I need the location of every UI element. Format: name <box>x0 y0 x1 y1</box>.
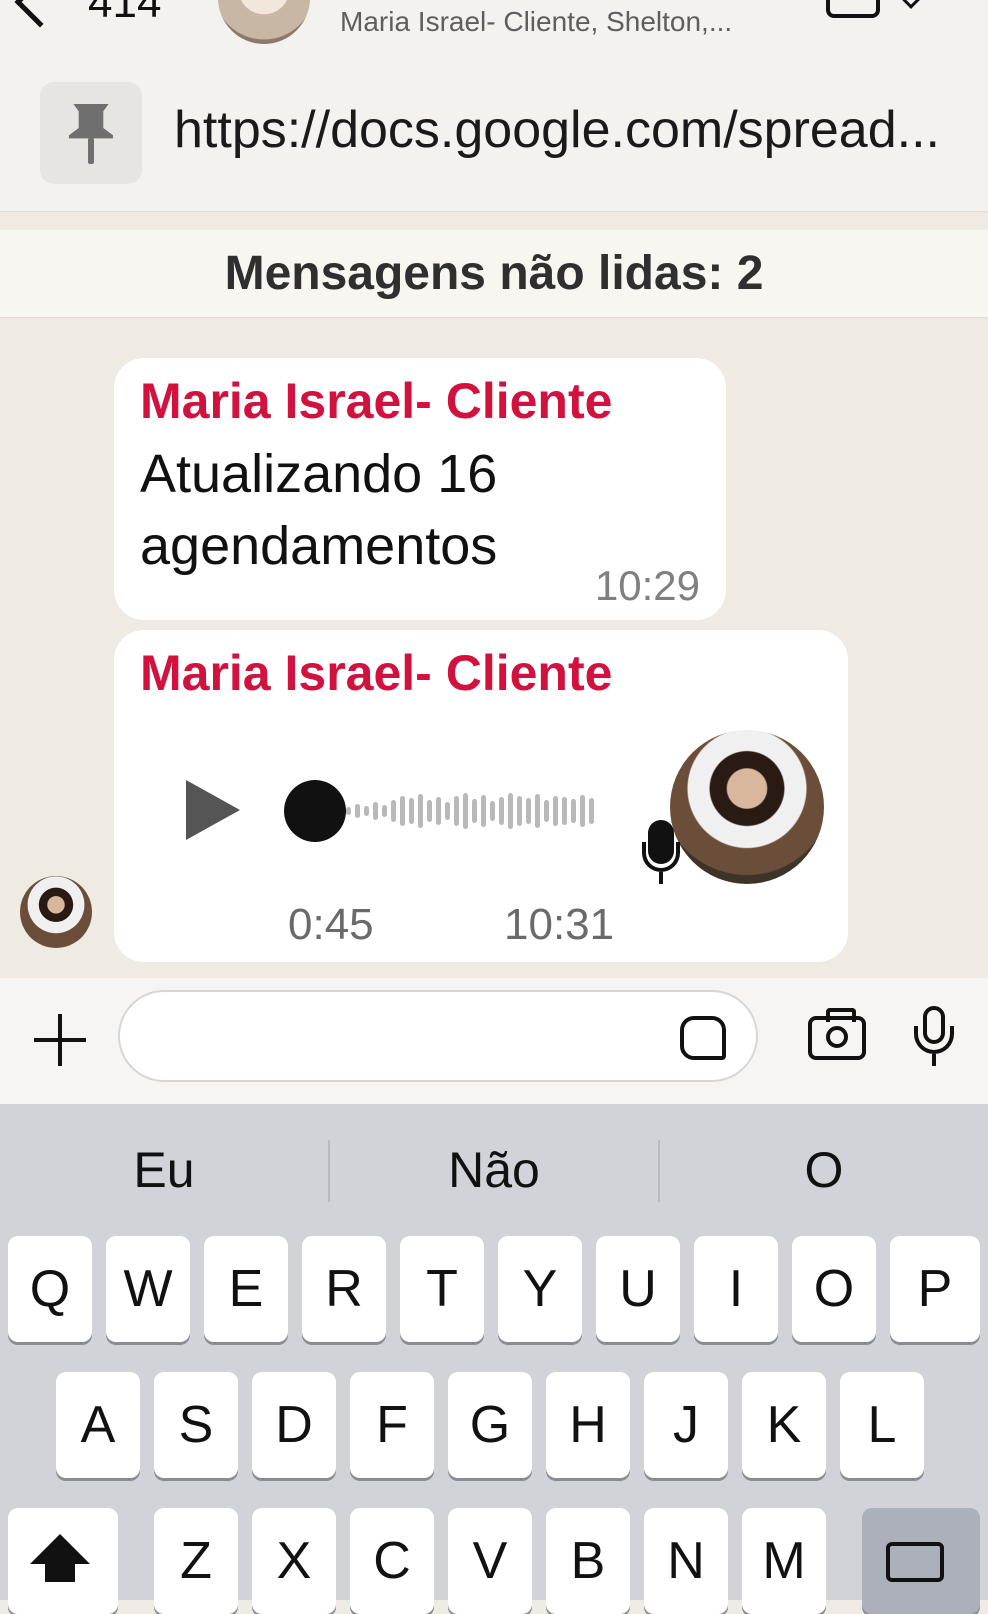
key-j[interactable]: J <box>644 1372 728 1478</box>
key-k[interactable]: K <box>742 1372 826 1478</box>
waveform-bar <box>364 806 369 816</box>
waveform-bar <box>535 794 540 828</box>
key-u[interactable]: U <box>596 1236 680 1342</box>
key-p[interactable]: P <box>890 1236 980 1342</box>
sender-avatar[interactable] <box>20 876 92 948</box>
waveform-bar <box>373 802 378 820</box>
key-v[interactable]: V <box>448 1508 532 1614</box>
sticker-icon[interactable] <box>680 1016 726 1060</box>
backspace-key[interactable] <box>862 1508 980 1614</box>
key-c[interactable]: C <box>350 1508 434 1614</box>
waveform-bar <box>409 798 414 824</box>
key-n[interactable]: N <box>644 1508 728 1614</box>
message-text: Atualizando 16 agendamentos <box>140 444 498 576</box>
message-input[interactable] <box>118 990 758 1082</box>
waveform-bar <box>526 798 531 824</box>
video-call-icon[interactable] <box>826 0 880 18</box>
message-sender[interactable]: Maria Israel- Cliente <box>140 644 612 702</box>
waveform-bar <box>499 797 504 825</box>
key-f[interactable]: F <box>350 1372 434 1478</box>
key-t[interactable]: T <box>400 1236 484 1342</box>
attach-plus-icon[interactable] <box>34 1014 86 1066</box>
waveform-bar <box>481 795 486 827</box>
message-sender[interactable]: Maria Israel- Cliente <box>140 372 612 430</box>
waveform-bar <box>562 797 567 825</box>
microphone-icon[interactable] <box>912 1006 956 1066</box>
predictive-suggestions: Eu Não O <box>0 1104 988 1236</box>
waveform-bar <box>463 793 468 829</box>
key-w[interactable]: W <box>106 1236 190 1342</box>
backspace-icon <box>886 1542 944 1582</box>
unread-messages-banner: Mensagens não lidas: 2 <box>0 230 988 318</box>
message-bubble-text[interactable]: Maria Israel- Cliente Atualizando 16 age… <box>114 358 726 620</box>
waveform-bar <box>418 794 423 828</box>
key-m[interactable]: M <box>742 1508 826 1614</box>
back-unread-count[interactable]: 414 <box>88 0 161 28</box>
voice-sender-avatar <box>670 730 824 884</box>
key-h[interactable]: H <box>546 1372 630 1478</box>
waveform-bar <box>580 795 585 827</box>
message-time: 10:29 <box>594 562 700 609</box>
waveform-bar <box>490 801 495 821</box>
waveform-bar <box>436 797 441 825</box>
key-q[interactable]: Q <box>8 1236 92 1342</box>
key-x[interactable]: X <box>252 1508 336 1614</box>
key-g[interactable]: G <box>448 1372 532 1478</box>
waveform-bar <box>517 796 522 826</box>
waveform-bar <box>400 796 405 826</box>
composer-bar <box>0 978 988 1104</box>
key-l[interactable]: L <box>840 1372 924 1478</box>
waveform-bar <box>508 793 513 829</box>
suggestion-2[interactable]: Não <box>330 1104 658 1236</box>
waveform-bar <box>355 804 360 818</box>
waveform-bar <box>571 799 576 823</box>
waveform-bar <box>427 800 432 822</box>
waveform-bar <box>391 800 396 822</box>
key-b[interactable]: B <box>546 1508 630 1614</box>
key-r[interactable]: R <box>302 1236 386 1342</box>
suggestion-3[interactable]: O <box>660 1104 988 1236</box>
pinned-message-bar[interactable]: https://docs.google.com/spread... <box>0 52 988 212</box>
key-e[interactable]: E <box>204 1236 288 1342</box>
waveform-bar <box>553 796 558 826</box>
chat-header: 414 Maria Israel- Cliente, Shelton,... <box>0 0 988 52</box>
chat-area[interactable]: Mensagens não lidas: 2 Maria Israel- Cli… <box>0 212 988 978</box>
voice-scrubber-handle[interactable] <box>284 780 346 842</box>
key-s[interactable]: S <box>154 1372 238 1478</box>
suggestion-1[interactable]: Eu <box>0 1104 328 1236</box>
waveform-bar <box>382 805 387 817</box>
keyboard: Eu Não O Q W E R T Y U I O P A S D F G H… <box>0 1104 988 1614</box>
pinned-message-text[interactable]: https://docs.google.com/spread... <box>174 100 940 160</box>
key-d[interactable]: D <box>252 1372 336 1478</box>
key-o[interactable]: O <box>792 1236 876 1342</box>
waveform-bar <box>454 796 459 826</box>
message-time: 10:31 <box>504 900 615 949</box>
call-options-chevron-icon[interactable] <box>901 0 921 9</box>
waveform-bar <box>346 807 351 815</box>
key-i[interactable]: I <box>694 1236 778 1342</box>
shift-icon <box>30 1534 90 1564</box>
camera-icon[interactable] <box>808 1008 866 1060</box>
pin-icon <box>40 82 142 184</box>
key-y[interactable]: Y <box>498 1236 582 1342</box>
voice-duration: 0:45 <box>288 900 374 949</box>
key-a[interactable]: A <box>56 1372 140 1478</box>
group-members-subtitle[interactable]: Maria Israel- Cliente, Shelton,... <box>340 6 732 38</box>
waveform-bar <box>445 802 450 820</box>
waveform-bar <box>472 799 477 823</box>
play-icon[interactable] <box>186 780 240 840</box>
waveform-bar <box>544 800 549 822</box>
message-bubble-voice[interactable]: Maria Israel- Cliente 0:45 10:31 <box>114 630 848 962</box>
waveform-bar <box>589 798 594 824</box>
key-z[interactable]: Z <box>154 1508 238 1614</box>
microphone-badge-icon <box>642 820 680 884</box>
group-avatar[interactable] <box>218 0 310 44</box>
back-chevron-icon[interactable] <box>14 0 66 28</box>
shift-key[interactable] <box>8 1508 118 1614</box>
